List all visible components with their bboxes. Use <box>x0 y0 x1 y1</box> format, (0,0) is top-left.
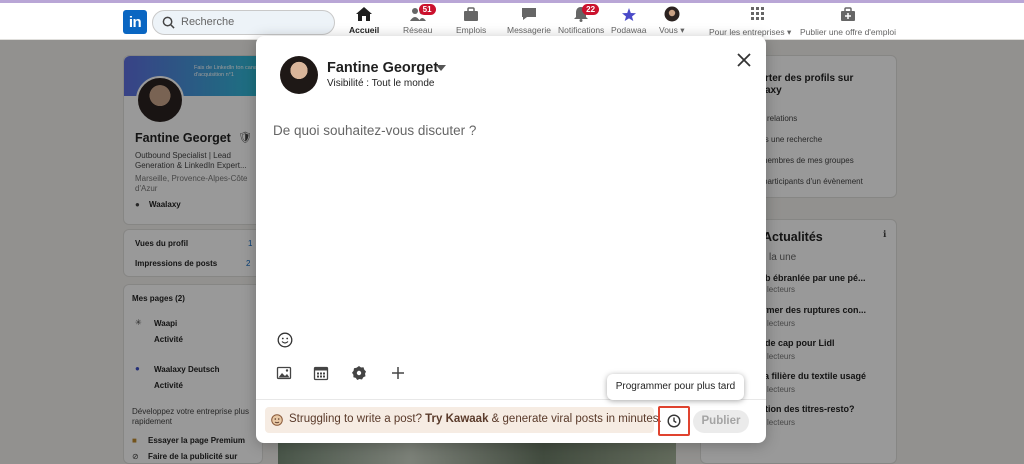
nav-me[interactable]: Vous ▾ <box>659 6 685 36</box>
nav-notifications-label: Notifications <box>558 25 605 35</box>
network-icon: 51 <box>408 4 436 22</box>
calendar-icon[interactable] <box>313 365 329 381</box>
post-text-input[interactable]: De quoi souhaitez-vous discuter ? <box>273 123 476 138</box>
emoji-icon[interactable] <box>277 332 293 348</box>
plus-icon[interactable] <box>390 365 406 381</box>
network-badge: 51 <box>418 4 436 15</box>
linkedin-logo[interactable]: in <box>123 10 147 34</box>
nav-home-label: Accueil <box>349 25 380 35</box>
author-avatar[interactable] <box>280 56 318 94</box>
promo-text: Struggling to write a post? Try Kawaak &… <box>289 413 662 425</box>
top-navigation-bar: in Recherche Accueil 51 Réseau Emplois M… <box>0 0 1024 41</box>
briefcase-icon <box>461 6 481 22</box>
nav-publish-job[interactable] <box>838 6 858 25</box>
nav-network-label: Réseau <box>403 25 433 35</box>
clock-icon <box>667 414 681 428</box>
nav-jobs[interactable]: Emplois <box>456 6 486 35</box>
publish-button[interactable]: Publier <box>693 410 749 433</box>
nav-me-label: Vous <box>659 25 678 35</box>
schedule-tooltip: Programmer pour plus tard <box>607 374 744 400</box>
grid-icon <box>747 6 767 22</box>
chevron-down-icon[interactable] <box>436 65 446 71</box>
promo-question: Struggling to write a post? <box>289 413 422 425</box>
nav-home[interactable]: Accueil <box>349 6 380 41</box>
nav-network[interactable]: 51 Réseau <box>403 4 436 35</box>
nav-podawaa[interactable]: Podawaa <box>611 6 646 35</box>
nav-messaging-label: Messagerie <box>507 25 551 35</box>
kawaak-promo-banner[interactable]: Struggling to write a post? Try Kawaak &… <box>265 407 662 433</box>
podawaa-icon <box>619 6 639 22</box>
badge-icon[interactable] <box>351 365 367 381</box>
nav-notifications[interactable]: 22 Notifications <box>558 4 605 35</box>
job-post-icon <box>838 6 858 22</box>
close-icon[interactable] <box>734 50 754 70</box>
notifications-badge: 22 <box>582 4 600 15</box>
message-icon <box>519 6 539 22</box>
promo-link[interactable]: Try Kawaak <box>425 413 488 425</box>
nav-messaging[interactable]: Messagerie <box>507 6 551 35</box>
image-icon[interactable] <box>276 365 292 381</box>
avatar-icon <box>662 6 682 22</box>
visibility-label[interactable]: Visibilité : Tout le monde <box>327 78 434 89</box>
search-input[interactable]: Recherche <box>152 10 335 35</box>
search-placeholder: Recherche <box>181 16 235 28</box>
nav-podawaa-label: Podawaa <box>611 25 647 35</box>
author-name[interactable]: Fantine Georget <box>327 60 438 76</box>
nav-business-grid[interactable] <box>747 6 767 25</box>
schedule-button[interactable] <box>658 406 690 436</box>
kawaak-icon <box>271 414 283 426</box>
promo-tail: & generate viral posts in minutes. <box>491 413 662 425</box>
bell-icon: 22 <box>571 4 600 22</box>
nav-jobs-label: Emplois <box>456 25 487 35</box>
chevron-down-icon: ▾ <box>677 25 685 35</box>
nav-publish-job-label[interactable]: Publier une offre d'emploi <box>800 27 896 37</box>
home-icon <box>354 6 374 22</box>
search-icon <box>162 16 175 29</box>
